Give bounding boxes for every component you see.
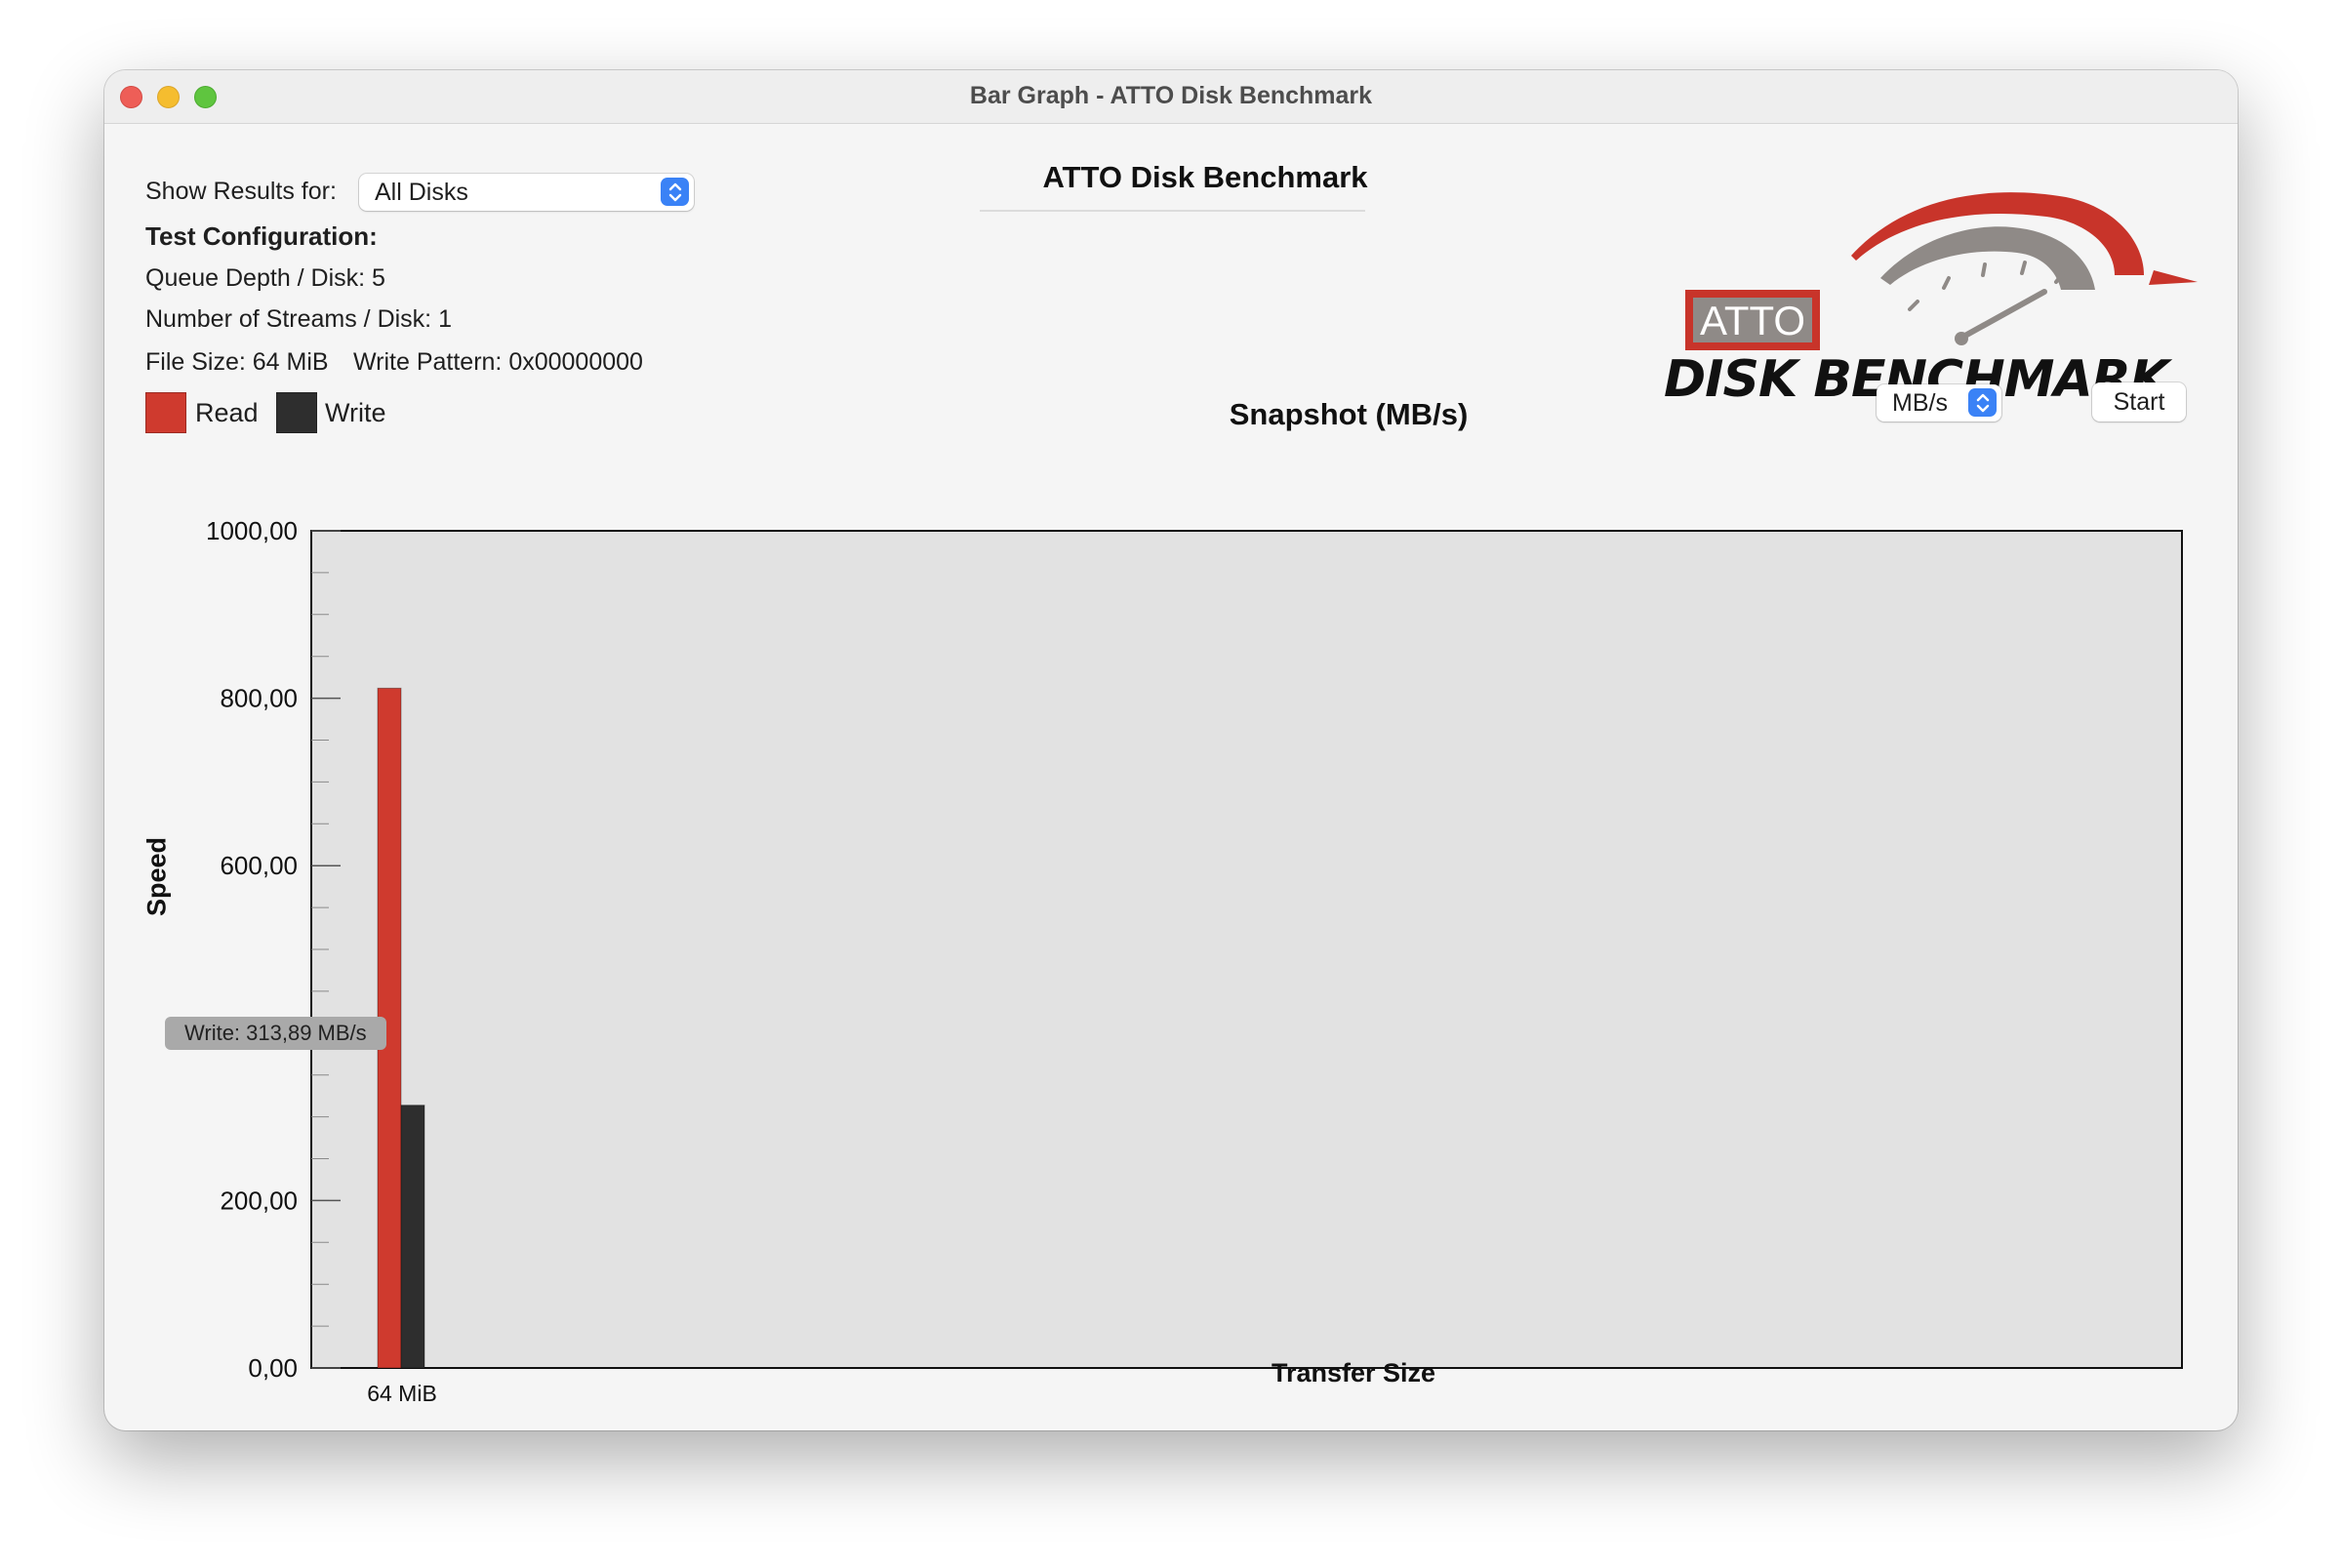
unit-select-value: MB/s xyxy=(1892,389,1948,417)
write-pattern-text: Write Pattern: 0x00000000 xyxy=(353,348,643,376)
title-bar: Bar Graph - ATTO Disk Benchmark xyxy=(104,70,2238,124)
heading-divider xyxy=(980,210,1365,212)
bar-chart: 0,00200,00400,00600,00800,001000,0064 Mi… xyxy=(206,516,2183,1406)
write-bar xyxy=(400,1105,425,1369)
config-heading: Test Configuration: xyxy=(145,221,378,251)
bar-tooltip: Write: 313,89 MB/s xyxy=(165,1017,386,1050)
y-tick-label: 200,00 xyxy=(220,1186,298,1215)
disk-select-value: All Disks xyxy=(375,179,468,206)
x-tick-label: 64 MiB xyxy=(367,1381,437,1406)
file-size-text: File Size: 64 MiB xyxy=(145,348,329,376)
unit-select[interactable]: MB/s xyxy=(1877,384,2001,422)
write-legend-swatch xyxy=(276,392,317,433)
start-button[interactable]: Start xyxy=(2092,382,2186,422)
chart-title: Snapshot (MB/s) xyxy=(1229,397,1469,431)
chevron-up-down-icon xyxy=(661,178,689,206)
chevron-up-down-icon xyxy=(1968,388,1997,417)
read-legend-swatch xyxy=(145,392,186,433)
atto-logo: ATTO DISK BENCHMARK xyxy=(1656,163,2202,409)
write-legend-label: Write xyxy=(325,398,386,427)
y-axis-label: Speed xyxy=(141,836,172,917)
streams-text: Number of Streams / Disk: 1 xyxy=(145,305,452,333)
queue-depth-text: Queue Depth / Disk: 5 xyxy=(145,264,385,292)
y-tick-label: 1000,00 xyxy=(206,516,298,545)
x-axis-label: Transfer Size xyxy=(1271,1358,1436,1387)
disk-select[interactable]: All Disks xyxy=(359,174,694,211)
y-tick-label: 600,00 xyxy=(220,851,298,880)
window-title: Bar Graph - ATTO Disk Benchmark xyxy=(969,82,1373,109)
show-results-label: Show Results for: xyxy=(145,178,337,205)
y-tick-label: 0,00 xyxy=(248,1353,298,1383)
read-legend-label: Read xyxy=(195,398,259,427)
plot-area xyxy=(310,530,2183,1369)
y-tick-label: 800,00 xyxy=(220,684,298,713)
logo-brand-text: ATTO xyxy=(1700,298,1805,343)
app-window: Bar Graph - ATTO Disk Benchmark Show Res… xyxy=(104,70,2238,1430)
app-heading: ATTO Disk Benchmark xyxy=(1042,160,1368,194)
